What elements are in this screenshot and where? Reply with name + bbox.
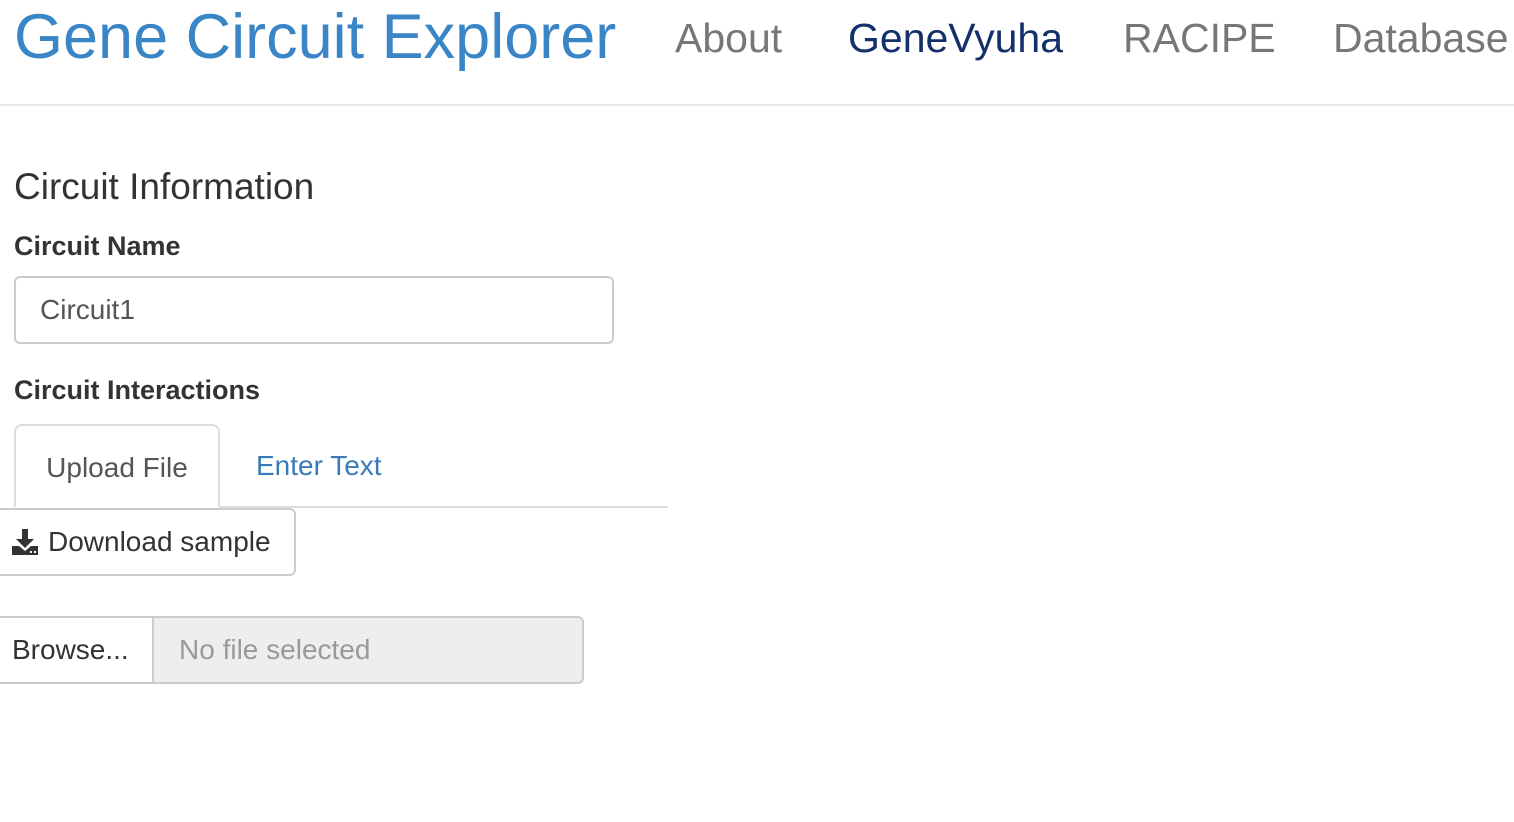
download-icon (10, 527, 40, 557)
navbar: Gene Circuit Explorer About GeneVyuha RA… (0, 0, 1514, 106)
nav-item-database[interactable]: Database (1333, 14, 1509, 62)
browse-button[interactable]: Browse... (0, 616, 154, 684)
file-status-field: No file selected (152, 616, 584, 684)
tab-enter-text[interactable]: Enter Text (256, 424, 382, 508)
nav-item-genevyuha[interactable]: GeneVyuha (848, 14, 1063, 62)
section-title: Circuit Information (14, 166, 315, 207)
tab-upload-file[interactable]: Upload File (14, 424, 220, 508)
brand-title[interactable]: Gene Circuit Explorer (14, 2, 616, 72)
download-sample-button[interactable]: Download sample (0, 508, 296, 576)
circuit-name-input[interactable] (14, 276, 614, 344)
nav-item-racipe[interactable]: RACIPE (1123, 14, 1276, 62)
circuit-interactions-label: Circuit Interactions (14, 375, 261, 405)
nav-item-about[interactable]: About (675, 14, 782, 62)
circuit-name-label: Circuit Name (14, 231, 181, 261)
download-sample-label: Download sample (48, 526, 271, 557)
